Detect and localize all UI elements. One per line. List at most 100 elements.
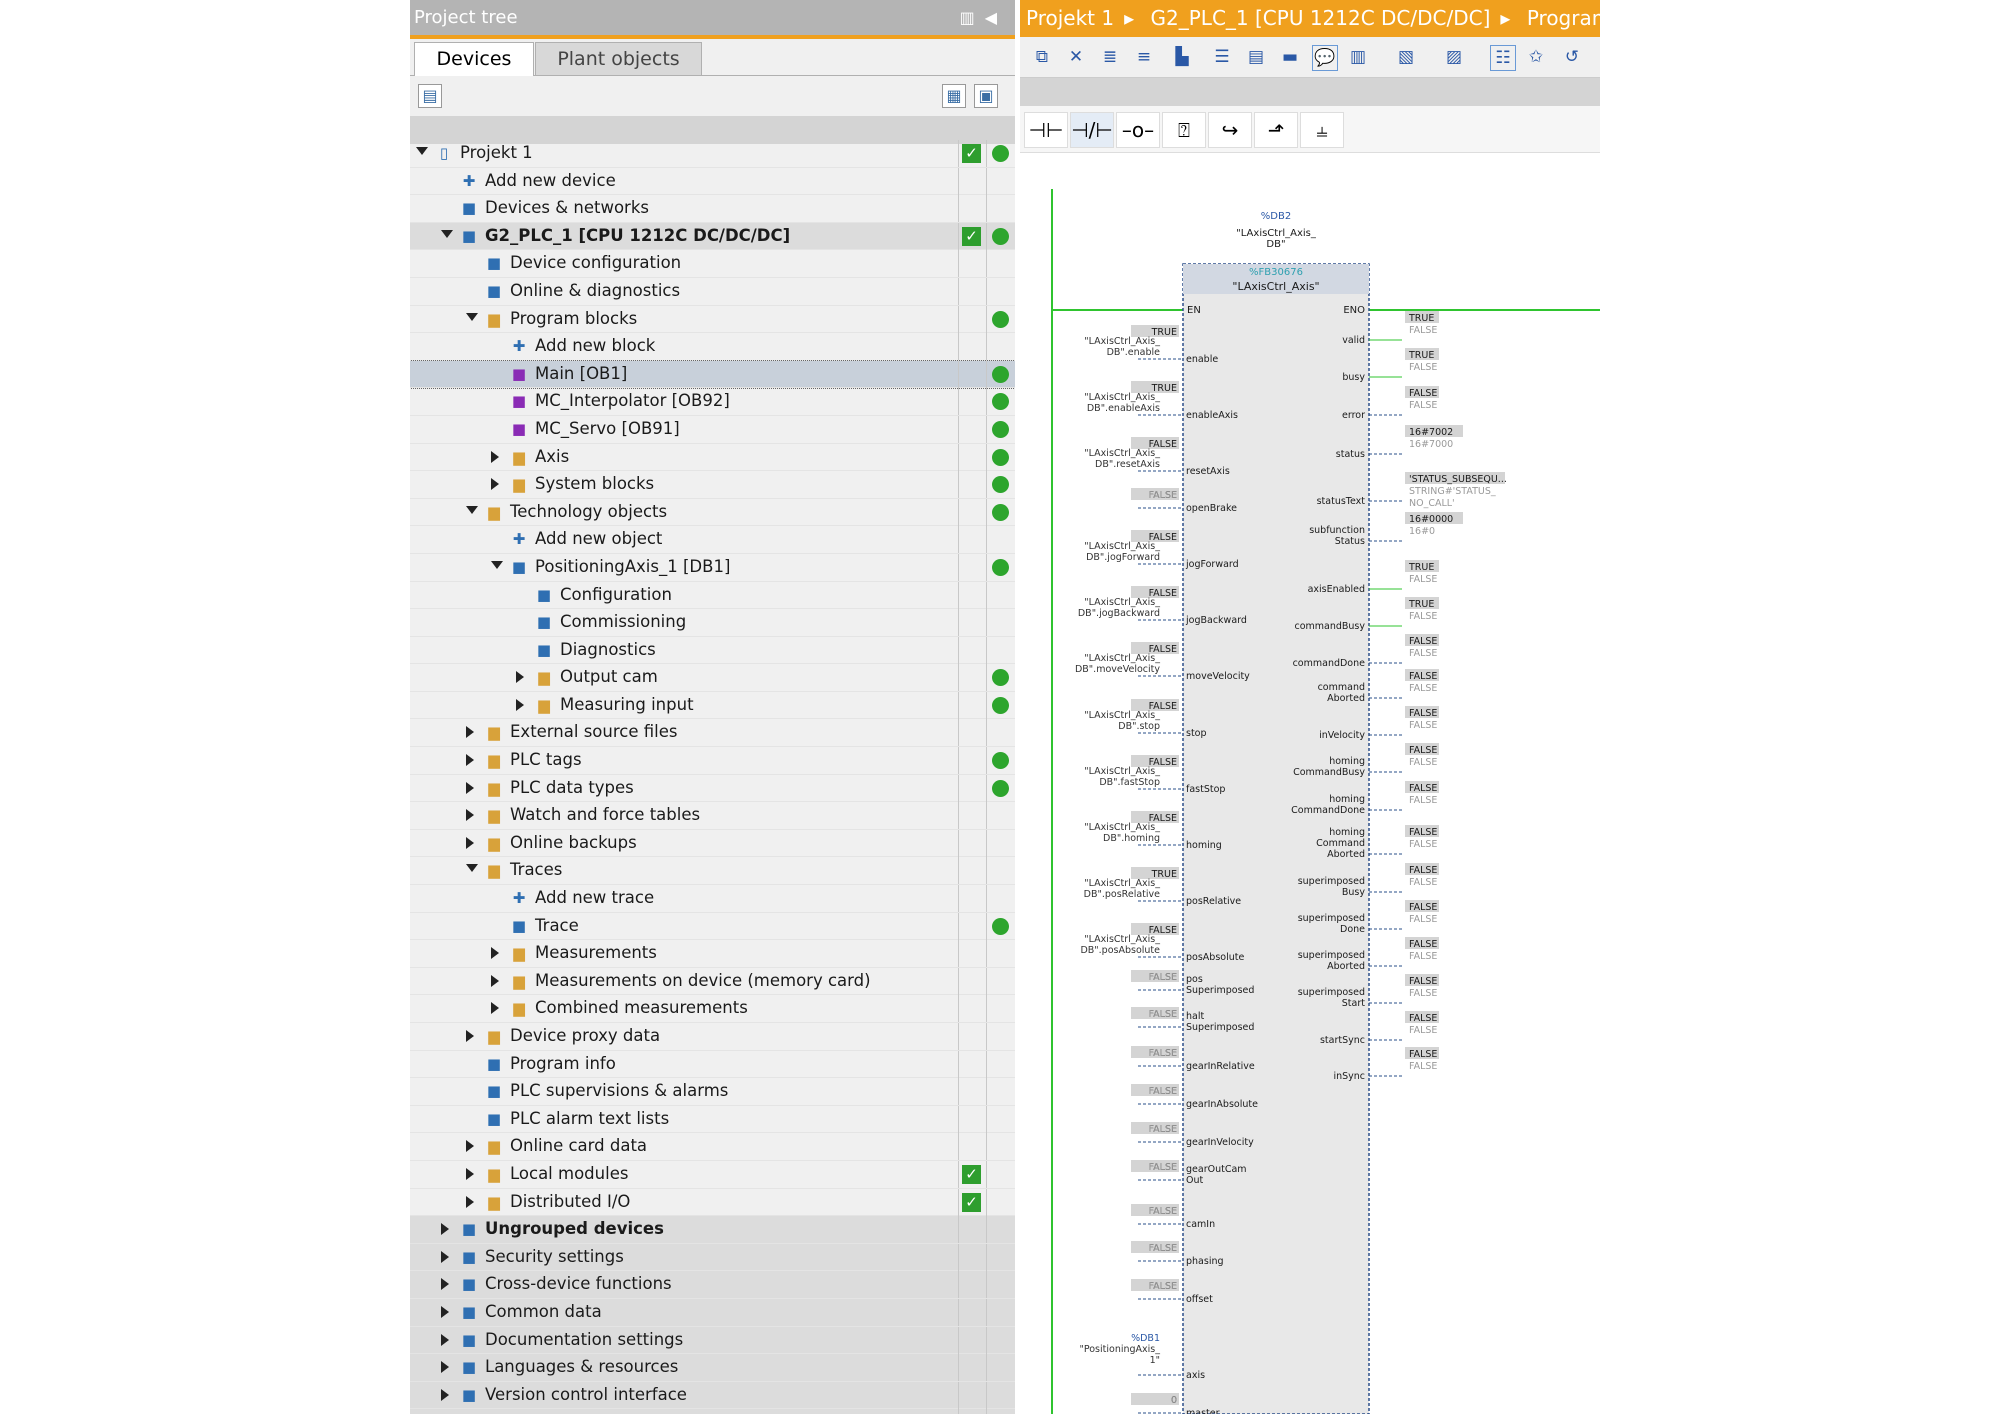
connect-icon[interactable]: ⫨ — [1300, 112, 1344, 148]
expand-arrow-icon[interactable] — [441, 1388, 449, 1401]
expand-arrow-icon[interactable] — [491, 947, 499, 960]
indent-icon[interactable]: ☰ — [1210, 45, 1234, 69]
open-branch-icon[interactable]: ↪ — [1208, 112, 1252, 148]
overview-icon[interactable]: ▣ — [974, 84, 998, 108]
modify-icon[interactable]: ▨ — [1442, 45, 1466, 69]
tree-options-icon[interactable]: ▤ — [418, 84, 442, 108]
expand-arrow-icon[interactable] — [466, 1195, 474, 1208]
breadcrumb-item[interactable]: Program blocks — [1527, 6, 1600, 30]
collapse-arrow-icon[interactable] — [416, 147, 428, 155]
breadcrumb-item[interactable]: G2_PLC_1 [CPU 1212C DC/DC/DC] — [1151, 6, 1491, 30]
normally-closed-contact-icon[interactable]: ⊣/⊢ — [1070, 112, 1114, 148]
expand-arrow-icon[interactable] — [466, 1030, 474, 1042]
tree-item[interactable]: ▆ Measurements on device (memory card) — [410, 967, 1015, 996]
collapse-arrow-icon[interactable] — [466, 864, 478, 873]
expand-arrow-icon[interactable] — [491, 478, 499, 491]
tree-item[interactable]: ▯ Projekt 1 ✓ — [410, 140, 1015, 168]
absolute-operands-icon[interactable]: ▤ — [1244, 45, 1268, 69]
normally-open-contact-icon[interactable]: ⊣⊢ — [1024, 112, 1068, 148]
expand-arrow-icon[interactable] — [441, 1333, 449, 1346]
expand-arrow-icon[interactable] — [466, 836, 474, 849]
expand-arrow-icon[interactable] — [491, 1002, 499, 1015]
tree-item[interactable]: ▆ System blocks — [410, 471, 1015, 499]
tree-item[interactable]: ■ G2_PLC_1 [CPU 1212C DC/DC/DC] ✓ — [410, 222, 1015, 251]
expand-arrow-icon[interactable] — [441, 1361, 449, 1374]
monitor-value-icon[interactable]: ▥ — [1346, 45, 1370, 69]
tree-item[interactable]: ▆ Local modules ✓ — [410, 1160, 1015, 1189]
snapshot-icon[interactable]: ▧ — [1394, 45, 1418, 69]
tree-item[interactable]: ✚ Add new object — [410, 526, 1015, 554]
open-all-networks-icon[interactable]: ≣ — [1098, 45, 1122, 69]
tree-item[interactable]: ✚ Add new block — [410, 333, 1015, 361]
tree-item[interactable]: ■ Commissioning — [410, 609, 1015, 637]
tree-item[interactable]: ▆ Traces — [410, 857, 1015, 886]
tab-devices[interactable]: Devices — [414, 42, 534, 76]
tree-item[interactable]: ■ Languages & resources — [410, 1354, 1015, 1382]
tree-item[interactable]: ■ Devices & networks — [410, 195, 1015, 223]
tree-item[interactable]: ■ Documentation settings — [410, 1326, 1015, 1355]
list-view-icon[interactable]: ☷ — [1490, 45, 1516, 71]
tree-item[interactable]: ■ MC_Servo [OB91] — [410, 415, 1015, 444]
tree-item[interactable]: ■ Configuration — [410, 581, 1015, 610]
tree-item[interactable]: ■ Online & diagnostics — [410, 277, 1015, 306]
comments-icon[interactable]: 💬 — [1312, 45, 1338, 71]
tree-item[interactable]: ▆ PLC data types — [410, 774, 1015, 803]
expand-arrow-icon[interactable] — [466, 754, 474, 767]
tree-item[interactable]: ▆ PLC tags — [410, 747, 1015, 775]
tree-item[interactable]: ▆ Online backups — [410, 829, 1015, 858]
tree-item[interactable]: ▆ Technology objects — [410, 498, 1015, 527]
tree-item[interactable]: ■ Cross-device functions — [410, 1271, 1015, 1299]
star-block-icon[interactable]: ✩ — [1524, 45, 1548, 69]
expand-arrow-icon[interactable] — [466, 809, 474, 822]
expand-arrow-icon[interactable] — [516, 671, 524, 684]
tree-item[interactable]: ■ PLC alarm text lists — [410, 1105, 1015, 1134]
expand-arrow-icon[interactable] — [441, 1278, 449, 1291]
tree-item[interactable]: ■Online access — [410, 1409, 1015, 1414]
tree-item[interactable]: ■ MC_Interpolator [OB92] — [410, 388, 1015, 416]
expand-arrow-icon[interactable] — [466, 1140, 474, 1153]
go-to-error-icon[interactable]: ▙ — [1170, 45, 1194, 69]
tree-item[interactable]: ■ Trace — [410, 912, 1015, 941]
expand-arrow-icon[interactable] — [466, 781, 474, 794]
output-coil-icon[interactable]: –o– — [1116, 112, 1160, 148]
tree-item[interactable]: ▆ External source files — [410, 719, 1015, 748]
tree-item[interactable]: ■ Program info — [410, 1050, 1015, 1079]
tree-item[interactable]: ▆ Online card data — [410, 1133, 1015, 1161]
expand-arrow-icon[interactable] — [466, 726, 474, 739]
tree-item[interactable]: ■ Security settings — [410, 1243, 1015, 1272]
collapse-arrow-icon[interactable] — [441, 229, 453, 238]
tree-item[interactable]: ▆ Combined measurements — [410, 995, 1015, 1023]
expand-arrow-icon[interactable] — [441, 1223, 449, 1236]
tree-item[interactable]: ■ Common data — [410, 1298, 1015, 1327]
collapse-panel-icon[interactable]: ◀ — [985, 8, 1007, 27]
monitoring-off-icon[interactable]: ↺ — [1560, 45, 1584, 69]
empty-box-icon[interactable]: ⍰ — [1162, 112, 1206, 148]
tree-item[interactable]: ✚ Add new trace — [410, 885, 1015, 913]
tree-item[interactable]: ■ Diagnostics — [410, 636, 1015, 665]
details-view-icon[interactable]: ▦ — [942, 84, 966, 108]
tab-plant-objects[interactable]: Plant objects — [535, 42, 702, 75]
tree-item[interactable]: ✚ Add new device — [410, 167, 1015, 196]
close-all-networks-icon[interactable]: ≡ — [1132, 45, 1156, 69]
tree-item[interactable]: ■ Ungrouped devices — [410, 1216, 1015, 1244]
collapse-arrow-icon[interactable] — [466, 505, 478, 514]
expand-arrow-icon[interactable] — [491, 450, 499, 463]
split-view-icon[interactable]: ▥ — [960, 8, 985, 27]
expand-arrow-icon[interactable] — [516, 698, 524, 711]
tree-item[interactable]: ■ Device configuration — [410, 250, 1015, 278]
collapse-arrow-icon[interactable] — [466, 312, 478, 321]
expand-arrow-icon[interactable] — [441, 1250, 449, 1263]
tree-item[interactable]: ▆ Output cam — [410, 664, 1015, 692]
breadcrumb-item[interactable]: Projekt 1 — [1026, 6, 1114, 30]
tree-item[interactable]: ■ PLC supervisions & alarms — [410, 1078, 1015, 1106]
tree-item[interactable]: ▆ Axis — [410, 443, 1015, 472]
insert-network-icon[interactable]: ⧉ — [1030, 45, 1054, 69]
tree-item[interactable]: ▆ Measurements — [410, 940, 1015, 968]
close-branch-icon[interactable]: ⬏ — [1254, 112, 1298, 148]
collapse-arrow-icon[interactable] — [491, 560, 503, 569]
expand-arrow-icon[interactable] — [441, 1305, 449, 1318]
tree-item[interactable]: ■ PositioningAxis_1 [DB1] — [410, 553, 1015, 582]
tree-item[interactable]: ▆ Watch and force tables — [410, 802, 1015, 830]
tree-item[interactable]: ■ Version control interface — [410, 1381, 1015, 1410]
favorites-icon[interactable]: ▬ — [1278, 45, 1302, 69]
